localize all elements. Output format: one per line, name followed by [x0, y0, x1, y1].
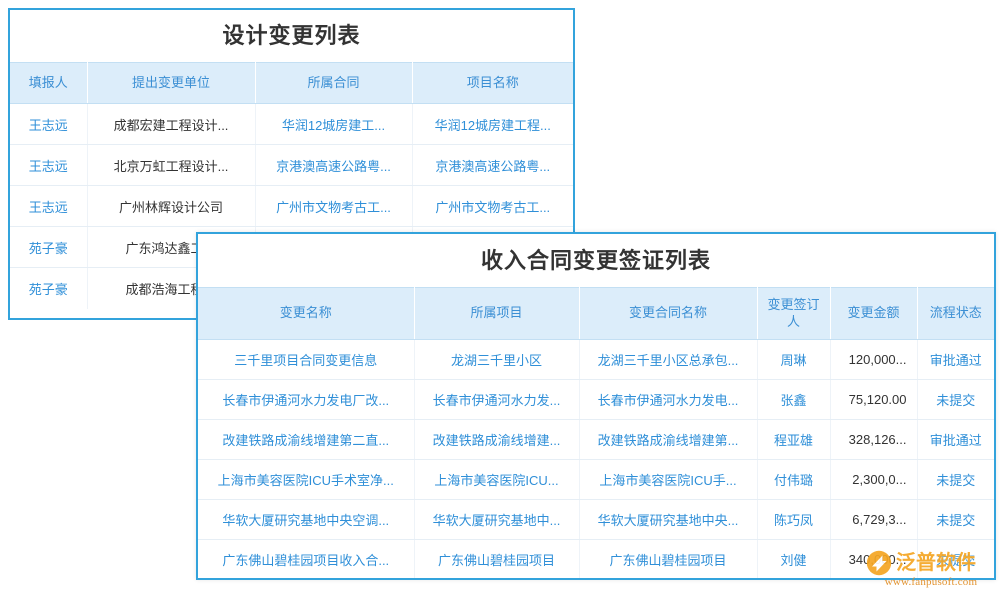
cell-project[interactable]: 上海市美容医院ICU...: [414, 459, 580, 500]
status-badge: 未提交: [917, 459, 994, 500]
cell-signer[interactable]: 付伟璐: [757, 459, 831, 500]
cell-project[interactable]: 龙湖三千里小区: [414, 339, 580, 380]
cell-reporter[interactable]: 苑子豪: [10, 226, 88, 268]
cell-change-name[interactable]: 长春市伊通河水力发电厂改...: [198, 379, 415, 420]
cell-change-name[interactable]: 华软大厦研究基地中央空调...: [198, 499, 415, 540]
cell-contract-name[interactable]: 龙湖三千里小区总承包...: [579, 339, 758, 380]
column-header-reporter[interactable]: 填报人: [10, 62, 88, 104]
cell-project[interactable]: 广东佛山碧桂园项目: [414, 539, 580, 578]
cell-reporter[interactable]: 苑子豪: [10, 267, 88, 309]
cell-signer[interactable]: 刘健: [757, 539, 831, 578]
table-row[interactable]: 王志远 成都宏建工程设计... 华润12城房建工... 华润12城房建工程...: [10, 103, 573, 145]
cell-amount: 120,000...: [830, 339, 918, 380]
income-change-table: 变更名称 所属项目 变更合同名称 变更签订人 变更金额 流程状态 三千里项目合同…: [198, 287, 994, 578]
column-header-project[interactable]: 所属项目: [414, 287, 580, 340]
cell-contract-name[interactable]: 上海市美容医院ICU手...: [579, 459, 758, 500]
column-header-project[interactable]: 项目名称: [412, 62, 573, 104]
cell-signer[interactable]: 程亚雄: [757, 419, 831, 460]
table-row[interactable]: 上海市美容医院ICU手术室净... 上海市美容医院ICU... 上海市美容医院I…: [198, 459, 994, 500]
table-row[interactable]: 广东佛山碧桂园项目收入合... 广东佛山碧桂园项目 广东佛山碧桂园项目 刘健 3…: [198, 539, 994, 578]
cell-contract[interactable]: 广州市文物考古工...: [255, 185, 413, 227]
cell-unit: 北京万虹工程设计...: [87, 144, 256, 186]
table-row[interactable]: 王志远 北京万虹工程设计... 京港澳高速公路粤... 京港澳高速公路粤...: [10, 144, 573, 186]
cell-change-name[interactable]: 广东佛山碧桂园项目收入合...: [198, 539, 415, 578]
design-table-header-row: 填报人 提出变更单位 所属合同 项目名称: [10, 62, 573, 104]
income-contract-change-list-panel: 收入合同变更签证列表 变更名称 所属项目 变更合同名称 变更签订人 变更金额 流…: [196, 232, 996, 580]
cell-contract-name[interactable]: 长春市伊通河水力发电...: [579, 379, 758, 420]
screenshot-stage: 设计变更列表 填报人 提出变更单位 所属合同 项目名称 王志远 成都宏建工程设计…: [0, 0, 1000, 600]
cell-unit: 成都宏建工程设计...: [87, 103, 256, 145]
cell-project[interactable]: 华软大厦研究基地中...: [414, 499, 580, 540]
cell-amount: 340,000...: [830, 539, 918, 578]
cell-change-name[interactable]: 上海市美容医院ICU手术室净...: [198, 459, 415, 500]
cell-project[interactable]: 长春市伊通河水力发...: [414, 379, 580, 420]
cell-signer[interactable]: 张鑫: [757, 379, 831, 420]
status-badge: 未提交: [936, 553, 976, 569]
cell-project[interactable]: 改建铁路成渝线增建...: [414, 419, 580, 460]
column-header-status[interactable]: 流程状态: [917, 287, 994, 340]
design-panel-title: 设计变更列表: [10, 10, 573, 62]
cell-reporter[interactable]: 王志远: [10, 185, 88, 227]
cell-reporter[interactable]: 王志远: [10, 144, 88, 186]
cell-signer[interactable]: 陈巧凤: [757, 499, 831, 540]
cell-reporter[interactable]: 王志远: [10, 103, 88, 145]
cell-signer[interactable]: 周琳: [757, 339, 831, 380]
cell-amount: 6,729,3...: [830, 499, 918, 540]
cell-contract-name[interactable]: 华软大厦研究基地中央...: [579, 499, 758, 540]
table-row[interactable]: 三千里项目合同变更信息 龙湖三千里小区 龙湖三千里小区总承包... 周琳 120…: [198, 339, 994, 380]
cell-unit: 广州林辉设计公司: [87, 185, 256, 227]
cell-amount: 75,120.00: [830, 379, 918, 420]
table-row[interactable]: 改建铁路成渝线增建第二直... 改建铁路成渝线增建... 改建铁路成渝线增建第.…: [198, 419, 994, 460]
income-table-header-row: 变更名称 所属项目 变更合同名称 变更签订人 变更金额 流程状态: [198, 287, 994, 340]
income-panel-title: 收入合同变更签证列表: [198, 234, 994, 287]
table-row[interactable]: 王志远 广州林辉设计公司 广州市文物考古工... 广州市文物考古工...: [10, 185, 573, 227]
table-row[interactable]: 长春市伊通河水力发电厂改... 长春市伊通河水力发... 长春市伊通河水力发电.…: [198, 379, 994, 420]
cell-project[interactable]: 广州市文物考古工...: [412, 185, 573, 227]
status-badge: 未提交: [917, 379, 994, 420]
status-badge: 审批通过: [917, 339, 994, 380]
cell-contract-name[interactable]: 广东佛山碧桂园项目: [579, 539, 758, 578]
cell-amount: 2,300,0...: [830, 459, 918, 500]
status-badge: 审批通过: [917, 419, 994, 460]
cell-change-name[interactable]: 三千里项目合同变更信息: [198, 339, 415, 380]
cell-contract-name[interactable]: 改建铁路成渝线增建第...: [579, 419, 758, 460]
column-header-amount[interactable]: 变更金额: [830, 287, 918, 340]
status-badge: 未提交: [917, 499, 994, 540]
column-header-signer[interactable]: 变更签订人: [757, 287, 831, 340]
cell-project[interactable]: 京港澳高速公路粤...: [412, 144, 573, 186]
cell-contract[interactable]: 华润12城房建工...: [255, 103, 413, 145]
table-row[interactable]: 华软大厦研究基地中央空调... 华软大厦研究基地中... 华软大厦研究基地中央.…: [198, 499, 994, 540]
cell-change-name[interactable]: 改建铁路成渝线增建第二直...: [198, 419, 415, 460]
column-header-contract-name[interactable]: 变更合同名称: [579, 287, 758, 340]
cell-amount: 328,126...: [830, 419, 918, 460]
column-header-change-name[interactable]: 变更名称: [198, 287, 415, 340]
cell-project[interactable]: 华润12城房建工程...: [412, 103, 573, 145]
column-header-unit[interactable]: 提出变更单位: [87, 62, 256, 104]
column-header-contract[interactable]: 所属合同: [255, 62, 413, 104]
cell-contract[interactable]: 京港澳高速公路粤...: [255, 144, 413, 186]
